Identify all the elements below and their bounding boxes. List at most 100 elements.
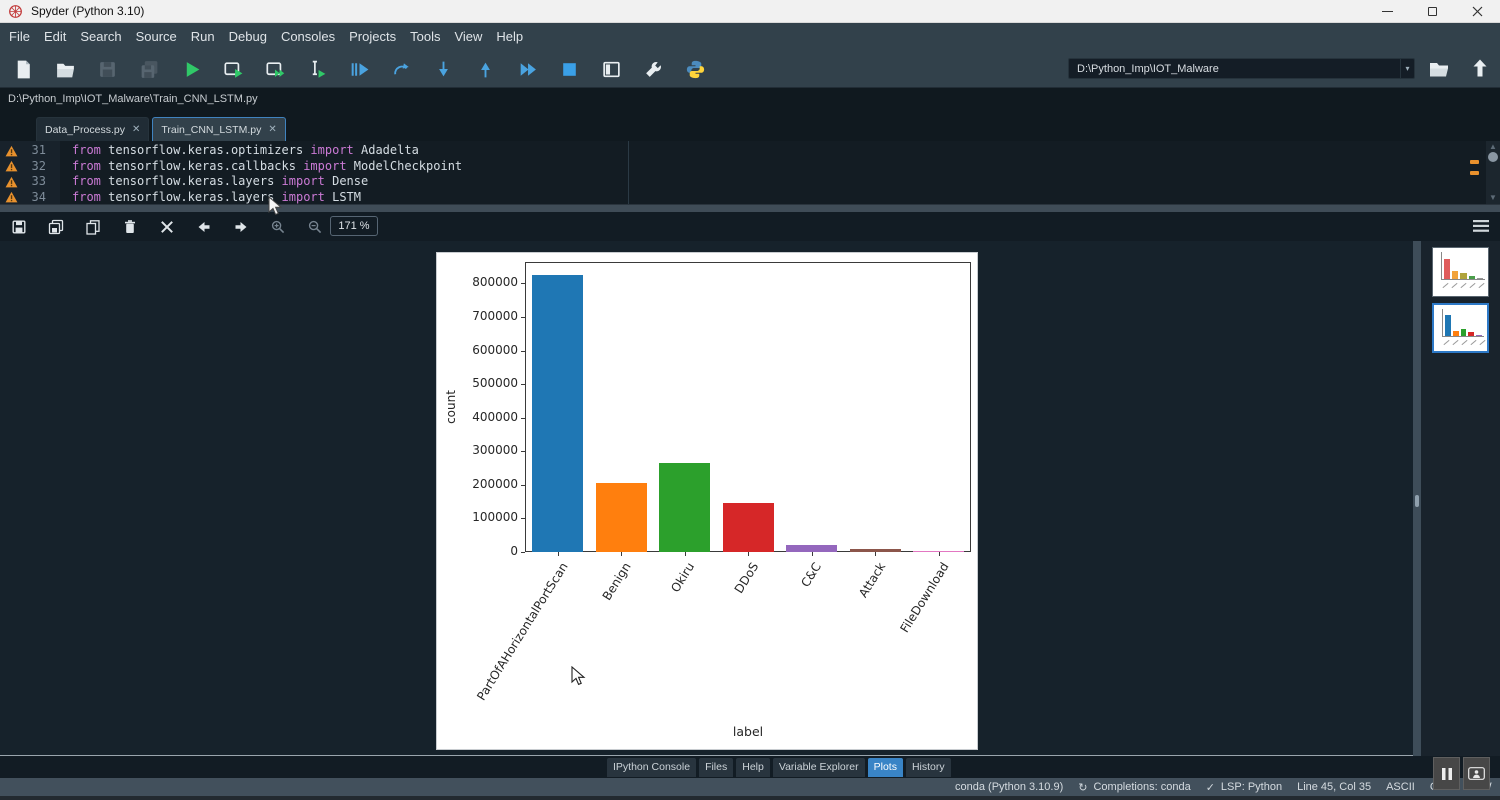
menu-item-debug[interactable]: Debug (222, 23, 274, 50)
continue-button[interactable] (512, 57, 542, 81)
menu-item-tools[interactable]: Tools (403, 23, 447, 50)
y-tick-label: 0 (445, 544, 518, 558)
mini-tick-stub (1451, 283, 1457, 288)
pause-icon (1441, 767, 1453, 781)
editor-scrollbar[interactable]: ▲ ▼ (1486, 141, 1500, 204)
tab-label: Data_Process.py (45, 124, 125, 136)
chevron-down-icon[interactable]: ▾ (1400, 59, 1414, 78)
pause-button[interactable] (1433, 757, 1460, 790)
plot-thumbnail-2[interactable] (1432, 303, 1489, 353)
copy-image-button[interactable] (78, 218, 108, 235)
encoding-status: ASCII (1386, 781, 1415, 793)
close-button[interactable] (1455, 0, 1500, 23)
pane-tab-variable-explorer[interactable]: Variable Explorer (773, 758, 865, 777)
tab-close-icon[interactable]: ✕ (268, 125, 276, 135)
mini-tick-stub (1461, 340, 1467, 345)
remove-all-plots-button[interactable] (152, 218, 182, 235)
tab-close-icon[interactable]: ✕ (132, 125, 140, 135)
run-selection-button[interactable] (302, 57, 332, 81)
open-file-button[interactable] (50, 57, 80, 81)
x-tick-mark (748, 552, 749, 556)
remove-plot-button[interactable] (115, 218, 145, 235)
zoom-out-button[interactable] (300, 218, 330, 235)
tab-data_process-py[interactable]: Data_Process.py ✕ (36, 117, 149, 141)
preferences-button[interactable] (638, 57, 668, 81)
save-button[interactable] (92, 57, 122, 81)
mini-bar (1469, 276, 1475, 280)
code-line: 32from tensorflow.keras.callbacks import… (0, 159, 1500, 175)
mini-bar (1477, 278, 1483, 279)
step-return-button[interactable] (470, 57, 500, 81)
mini-tick-stub (1460, 283, 1466, 288)
bottom-edge (0, 796, 1500, 800)
previous-plot-button[interactable] (189, 218, 219, 235)
menu-item-view[interactable]: View (447, 23, 489, 50)
close-icon (1472, 6, 1483, 17)
minimize-button[interactable] (1365, 0, 1410, 23)
bar-Benign (596, 483, 647, 552)
save-plot-button[interactable] (4, 218, 34, 235)
maximize-pane-button[interactable] (596, 57, 626, 81)
step-into-button[interactable] (428, 57, 458, 81)
menu-item-projects[interactable]: Projects (342, 23, 403, 50)
debug-file-button[interactable] (344, 57, 374, 81)
restore-button[interactable] (1410, 0, 1455, 23)
code-line: 33from tensorflow.keras.layers import De… (0, 174, 1500, 190)
mini-chart (1442, 309, 1484, 337)
pane-tab-help[interactable]: Help (736, 758, 770, 777)
stop-button[interactable] (554, 57, 584, 81)
run-file-button[interactable] (176, 57, 206, 81)
pane-tab-history[interactable]: History (906, 758, 951, 777)
mini-chart (1441, 252, 1485, 280)
bar-PartOfAHorizontalPortScan (532, 275, 583, 552)
lsp-check-icon: ✓ (1206, 781, 1215, 794)
scrollbar-thumb[interactable] (1488, 152, 1498, 162)
plot-thumbnail-1[interactable] (1432, 247, 1489, 297)
pane-splitter[interactable] (0, 204, 1500, 212)
presenter-button[interactable] (1463, 757, 1490, 790)
python-env-button[interactable] (680, 57, 710, 81)
zoom-in-button[interactable] (263, 218, 293, 235)
bar-DDoS (723, 503, 774, 552)
zoom-level-display[interactable]: 171 % (330, 216, 378, 236)
x-tick-label: C&C (799, 560, 825, 590)
parent-directory-button[interactable] (1470, 57, 1490, 79)
menu-item-file[interactable]: File (2, 23, 37, 50)
menu-item-edit[interactable]: Edit (37, 23, 73, 50)
menu-item-search[interactable]: Search (73, 23, 128, 50)
window-title: Spyder (Python 3.10) (31, 4, 144, 18)
code-text: from tensorflow.keras.layers import Dens… (72, 174, 368, 188)
debug-cell-button[interactable] (386, 57, 416, 81)
y-tick-label: 100000 (445, 510, 518, 524)
plots-pane: count label 0100000200000300000400000500… (0, 241, 1413, 756)
file-path-bar: D:\Python_Imp\IOT_Malware\Train_CNN_LSTM… (0, 88, 1500, 110)
save-all-plots-button[interactable] (41, 218, 71, 235)
menu-item-help[interactable]: Help (489, 23, 530, 50)
mini-tick-stub (1443, 340, 1449, 345)
code-editor[interactable]: 31from tensorflow.keras.optimizers impor… (0, 141, 1500, 204)
tab-train_cnn_lstm-py[interactable]: Train_CNN_LSTM.py ✕ (152, 117, 285, 141)
pane-tab-plots[interactable]: Plots (868, 758, 903, 777)
pane-tab-ipython-console[interactable]: IPython Console (607, 758, 696, 777)
new-file-button[interactable] (8, 57, 38, 81)
working-directory-combo[interactable]: D:\Python_Imp\IOT_Malware ▾ (1068, 58, 1415, 79)
menu-item-run[interactable]: Run (184, 23, 222, 50)
thumbnails-splitter[interactable] (1413, 241, 1421, 756)
tab-label: Train_CNN_LSTM.py (161, 124, 261, 136)
mini-tick-stub (1442, 283, 1448, 288)
scroll-down-icon[interactable]: ▼ (1486, 193, 1500, 203)
completions-icon: ↻ (1078, 781, 1087, 794)
mini-bar (1444, 259, 1450, 279)
open-folder-icon[interactable] (1428, 59, 1450, 78)
save-all-button[interactable] (134, 57, 164, 81)
pane-tab-files[interactable]: Files (699, 758, 733, 777)
scroll-up-icon[interactable]: ▲ (1486, 142, 1500, 152)
next-plot-button[interactable] (226, 218, 256, 235)
run-cell-button[interactable] (218, 57, 248, 81)
mini-bar (1476, 335, 1482, 336)
bar-chart-figure: count label 0100000200000300000400000500… (436, 252, 978, 750)
plots-options-menu-icon[interactable] (1472, 219, 1490, 233)
menu-item-consoles[interactable]: Consoles (274, 23, 342, 50)
run-cell-advance-button[interactable] (260, 57, 290, 81)
menu-item-source[interactable]: Source (129, 23, 184, 50)
